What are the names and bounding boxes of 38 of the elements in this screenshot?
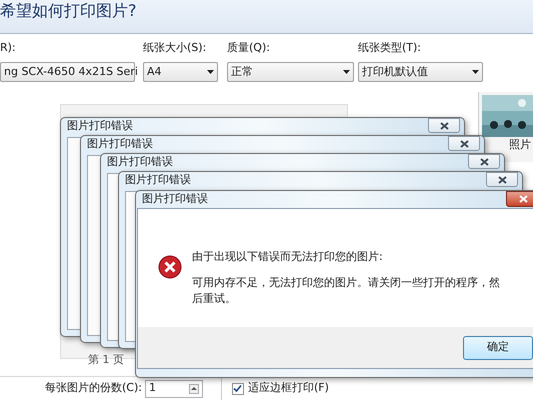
caret-icon (343, 70, 350, 74)
close-button[interactable] (506, 191, 533, 207)
close-icon (440, 122, 448, 130)
close-button[interactable] (428, 118, 460, 133)
copies-field[interactable]: 1 (144, 380, 203, 398)
window-title: 图片打印错误 (87, 136, 153, 152)
dropdown[interactable]: A4 (143, 62, 218, 82)
error-message: 由于出现以下错误而无法打印您的图片: (192, 249, 384, 265)
field-label: 纸张大小(S): (143, 40, 206, 56)
spin-up-icon[interactable] (188, 384, 199, 394)
close-button[interactable] (468, 154, 500, 169)
close-button[interactable] (486, 172, 518, 187)
close-icon (498, 176, 506, 184)
field-label: 质量(Q): (227, 40, 270, 56)
error-detail: 可用内存不足，无法打印您的图片。请关闭一些打开的程序，然后重试。 (192, 275, 501, 307)
dialog-title: 希望如何打印图片? (0, 0, 136, 22)
error-icon (158, 255, 182, 279)
field-label: R): (0, 40, 16, 56)
thumbnail-label: 照片 (509, 138, 531, 151)
close-icon (480, 158, 488, 166)
fit-frame-checkbox[interactable] (232, 382, 244, 394)
caret-icon (207, 70, 214, 74)
close-button[interactable] (448, 136, 480, 151)
field-label: 纸张类型(T): (358, 40, 422, 56)
window-title: 图片打印错误 (107, 154, 173, 170)
window-title: 图片打印错误 (125, 172, 191, 188)
fit-frame-label: 适应边框打印(F) (248, 380, 329, 396)
window-title: 图片打印错误 (67, 118, 133, 134)
window-title: 图片打印错误 (142, 191, 208, 208)
page-label: 第 1 页 (88, 352, 124, 368)
caret-icon (472, 70, 479, 74)
dropdown[interactable]: ng SCX-4650 4x21S Seri (0, 62, 135, 82)
dropdown[interactable]: 正常 (227, 62, 354, 82)
dropdown[interactable]: 打印机默认值 (358, 62, 483, 82)
close-icon (518, 195, 528, 203)
ok-button[interactable]: 确定 (463, 336, 533, 360)
close-icon (460, 140, 468, 148)
copies-label: 每张图片的份数(C): (45, 380, 142, 396)
